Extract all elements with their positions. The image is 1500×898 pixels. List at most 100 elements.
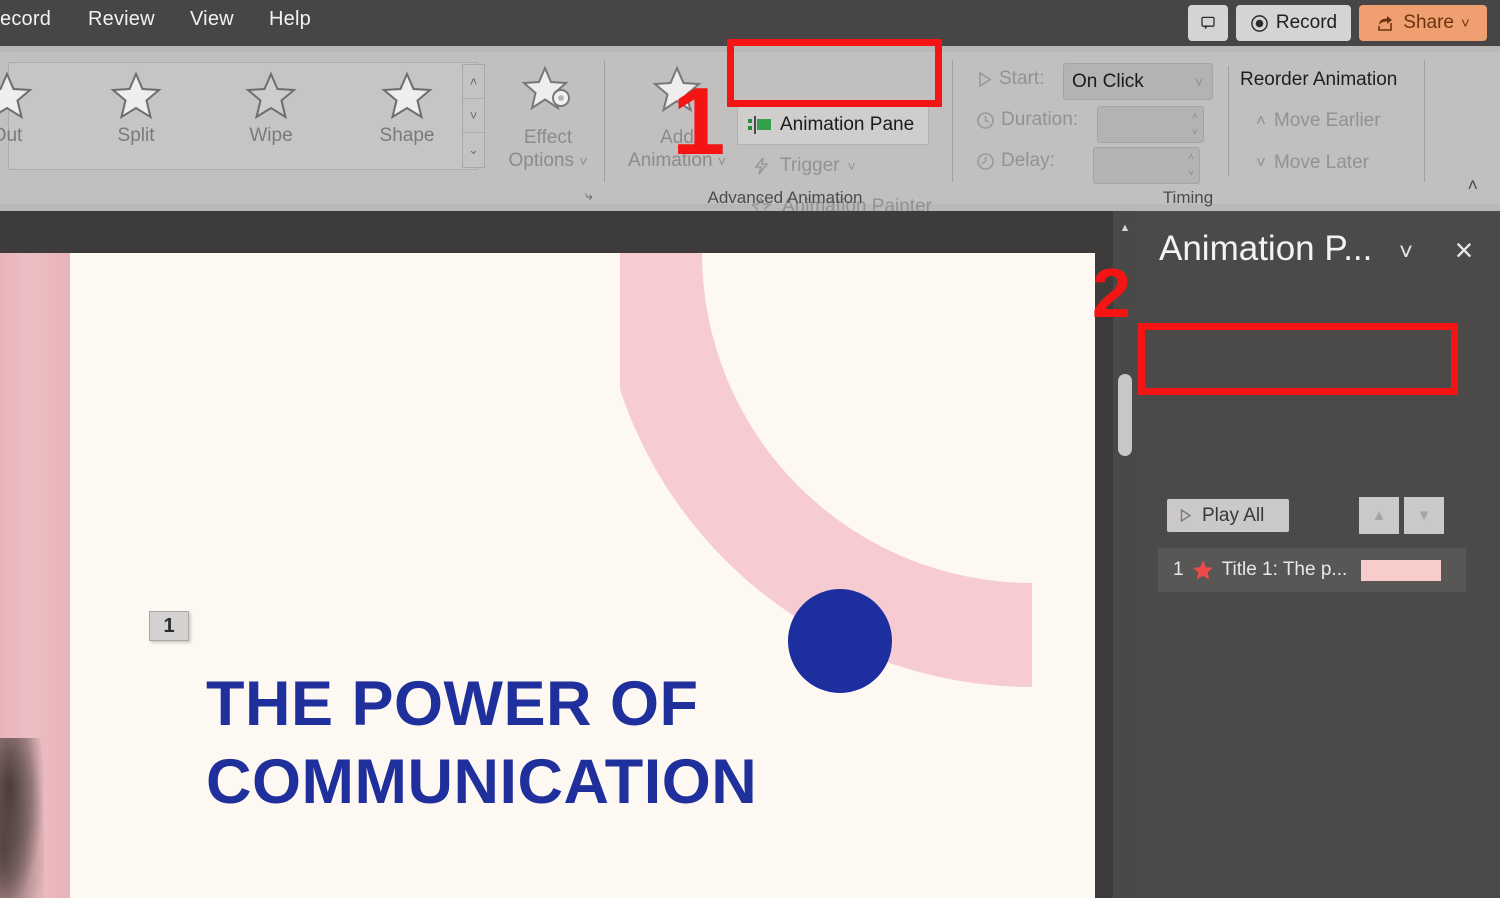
clock-icon bbox=[977, 152, 994, 170]
scroll-up-button[interactable]: ▲ bbox=[1113, 217, 1137, 239]
play-triangle-icon bbox=[1180, 508, 1192, 523]
reorder-up-button[interactable]: ▲ bbox=[1359, 497, 1399, 534]
move-later-label: Move Later bbox=[1273, 152, 1369, 173]
gallery-item-split[interactable]: Split bbox=[84, 69, 188, 147]
animation-pane-button[interactable]: Animation Pane bbox=[737, 104, 929, 145]
start-label: Start: bbox=[999, 68, 1045, 89]
comment-icon bbox=[1201, 16, 1215, 30]
red-star-icon bbox=[1192, 560, 1213, 580]
chevron-down-icon[interactable]: ˅ bbox=[1389, 236, 1423, 270]
animation-item-index: 1 bbox=[1173, 559, 1184, 580]
start-dropdown[interactable]: On Click ˅ bbox=[1063, 63, 1213, 100]
gallery-scroll-up-icon[interactable]: ˄ bbox=[463, 65, 484, 99]
gallery-more-icon[interactable]: ⌄ bbox=[463, 133, 484, 167]
stepper-up-icon[interactable]: ˄ bbox=[1188, 152, 1194, 163]
star-icon bbox=[245, 71, 297, 120]
star-gear-icon bbox=[521, 65, 570, 111]
record-button-label: Record bbox=[1275, 12, 1338, 33]
delay-label: Delay: bbox=[1001, 150, 1055, 171]
start-label-row: Start: bbox=[976, 68, 1044, 90]
stepper-down-icon[interactable]: ˅ bbox=[1192, 127, 1198, 138]
effect-options-label-1: Effect bbox=[523, 127, 573, 148]
close-icon[interactable]: × bbox=[1447, 232, 1481, 268]
slide-title-textbox[interactable]: THE POWER OF COMMUNICATION bbox=[206, 665, 757, 821]
effect-options-button[interactable]: Effect Options ˅ bbox=[498, 64, 598, 173]
move-earlier-button[interactable]: ˄ Move Earlier bbox=[1256, 110, 1381, 132]
gallery-scroll-down-icon[interactable]: ˅ bbox=[463, 99, 484, 133]
gallery-item-label: Split bbox=[117, 125, 155, 146]
chevron-up-icon: ˄ bbox=[1256, 111, 1266, 130]
reorder-down-button[interactable]: ▼ bbox=[1404, 497, 1444, 534]
chevron-down-icon: ˅ bbox=[579, 153, 588, 169]
move-later-button[interactable]: ˅ Move Later bbox=[1256, 152, 1369, 174]
animation-pane-icon bbox=[748, 115, 771, 134]
animation-dialog-launcher[interactable]: ⤷ bbox=[585, 187, 593, 204]
share-button[interactable]: Share ˅ bbox=[1359, 5, 1487, 41]
group-divider bbox=[1424, 60, 1425, 182]
duration-label-row: Duration: bbox=[976, 109, 1078, 131]
scrollbar-thumb[interactable] bbox=[1118, 374, 1132, 456]
group-divider bbox=[604, 60, 605, 182]
tab-help[interactable]: Help bbox=[269, 8, 311, 31]
animation-pane: Animation P... ˅ × Play All ▲ ▼ 1 Title … bbox=[1137, 211, 1500, 898]
duration-stepper[interactable]: ˄ ˅ bbox=[1097, 106, 1204, 143]
record-button[interactable]: Record bbox=[1236, 5, 1351, 41]
record-dot-icon bbox=[1251, 14, 1268, 32]
stepper-up-icon[interactable]: ˄ bbox=[1192, 111, 1198, 122]
animation-effects-gallery[interactable]: Out Split Wipe bbox=[0, 62, 478, 170]
annotation-marker-1: 1 bbox=[672, 68, 726, 175]
comments-button[interactable] bbox=[1188, 5, 1228, 41]
play-all-label: Play All bbox=[1202, 504, 1265, 526]
gallery-item-label: Shape bbox=[379, 125, 435, 146]
chevron-down-icon: ˅ bbox=[1194, 73, 1203, 90]
powerpoint-window: ecord Review View Help Record Share ˅ ut… bbox=[0, 0, 1500, 898]
lightning-icon bbox=[754, 157, 769, 175]
effect-options-label-2: Options ˅ bbox=[508, 150, 588, 171]
slide-title-line-2: COMMUNICATION bbox=[206, 747, 758, 817]
annotation-marker-2: 2 bbox=[1092, 254, 1131, 332]
star-icon bbox=[381, 71, 433, 120]
start-value: On Click bbox=[1072, 70, 1144, 92]
play-all-button[interactable]: Play All bbox=[1167, 499, 1289, 532]
slide-photo-decoration bbox=[0, 738, 44, 898]
share-button-label: Share bbox=[1403, 12, 1454, 33]
animation-pane-button-label: Animation Pane bbox=[780, 113, 915, 135]
delay-label-row: Delay: bbox=[976, 150, 1055, 172]
group-divider bbox=[1228, 66, 1229, 176]
clock-icon bbox=[977, 111, 994, 129]
play-triangle-icon bbox=[979, 71, 992, 87]
slide-title-line-1: THE POWER OF bbox=[206, 669, 699, 739]
slide-number-badge: 1 bbox=[149, 611, 189, 641]
chevron-down-icon: ˅ bbox=[847, 158, 856, 174]
animation-list-item[interactable]: 1 Title 1: The p... bbox=[1158, 548, 1466, 592]
animation-pane-title: Animation P... bbox=[1159, 229, 1373, 268]
tab-review[interactable]: Review bbox=[88, 8, 155, 31]
gallery-item-shape[interactable]: Shape bbox=[355, 69, 459, 147]
gallery-item-label: Wipe bbox=[249, 125, 293, 146]
animation-item-label: Title 1: The p... bbox=[1221, 559, 1348, 580]
gallery-item-wipe[interactable]: Wipe bbox=[219, 69, 323, 147]
slide-left-pink-strip bbox=[0, 253, 70, 898]
gallery-scroll-buttons[interactable]: ˄ ˅ ⌄ bbox=[462, 64, 485, 168]
reorder-animation-label: Reorder Animation bbox=[1240, 69, 1398, 90]
trigger-label: Trigger bbox=[780, 155, 840, 176]
slide-blue-circle-decoration bbox=[788, 589, 892, 693]
gallery-item-out[interactable]: Out bbox=[0, 69, 59, 147]
group-divider bbox=[952, 60, 953, 182]
trigger-button[interactable]: Trigger ˅ bbox=[752, 155, 856, 177]
ribbon-collapse-button[interactable]: ˄ bbox=[1467, 175, 1478, 196]
tab-record[interactable]: ecord bbox=[0, 8, 51, 31]
share-icon bbox=[1378, 16, 1393, 31]
chevron-down-icon: ˅ bbox=[1256, 153, 1266, 172]
group-label-advanced-animation: Advanced Animation bbox=[707, 188, 863, 207]
star-icon bbox=[110, 71, 162, 120]
star-icon bbox=[0, 71, 33, 120]
delay-stepper[interactable]: ˄ ˅ bbox=[1093, 147, 1200, 184]
animation-item-timing-bar[interactable] bbox=[1361, 559, 1442, 581]
group-label-timing: Timing bbox=[1162, 188, 1214, 207]
animation-list-item-highlight bbox=[1138, 323, 1458, 395]
tab-view[interactable]: View bbox=[190, 8, 234, 31]
gallery-item-label: Out bbox=[0, 125, 23, 146]
slide-canvas[interactable]: THE POWER OF COMMUNICATION 1 bbox=[0, 253, 1095, 898]
stepper-down-icon[interactable]: ˅ bbox=[1188, 168, 1194, 179]
